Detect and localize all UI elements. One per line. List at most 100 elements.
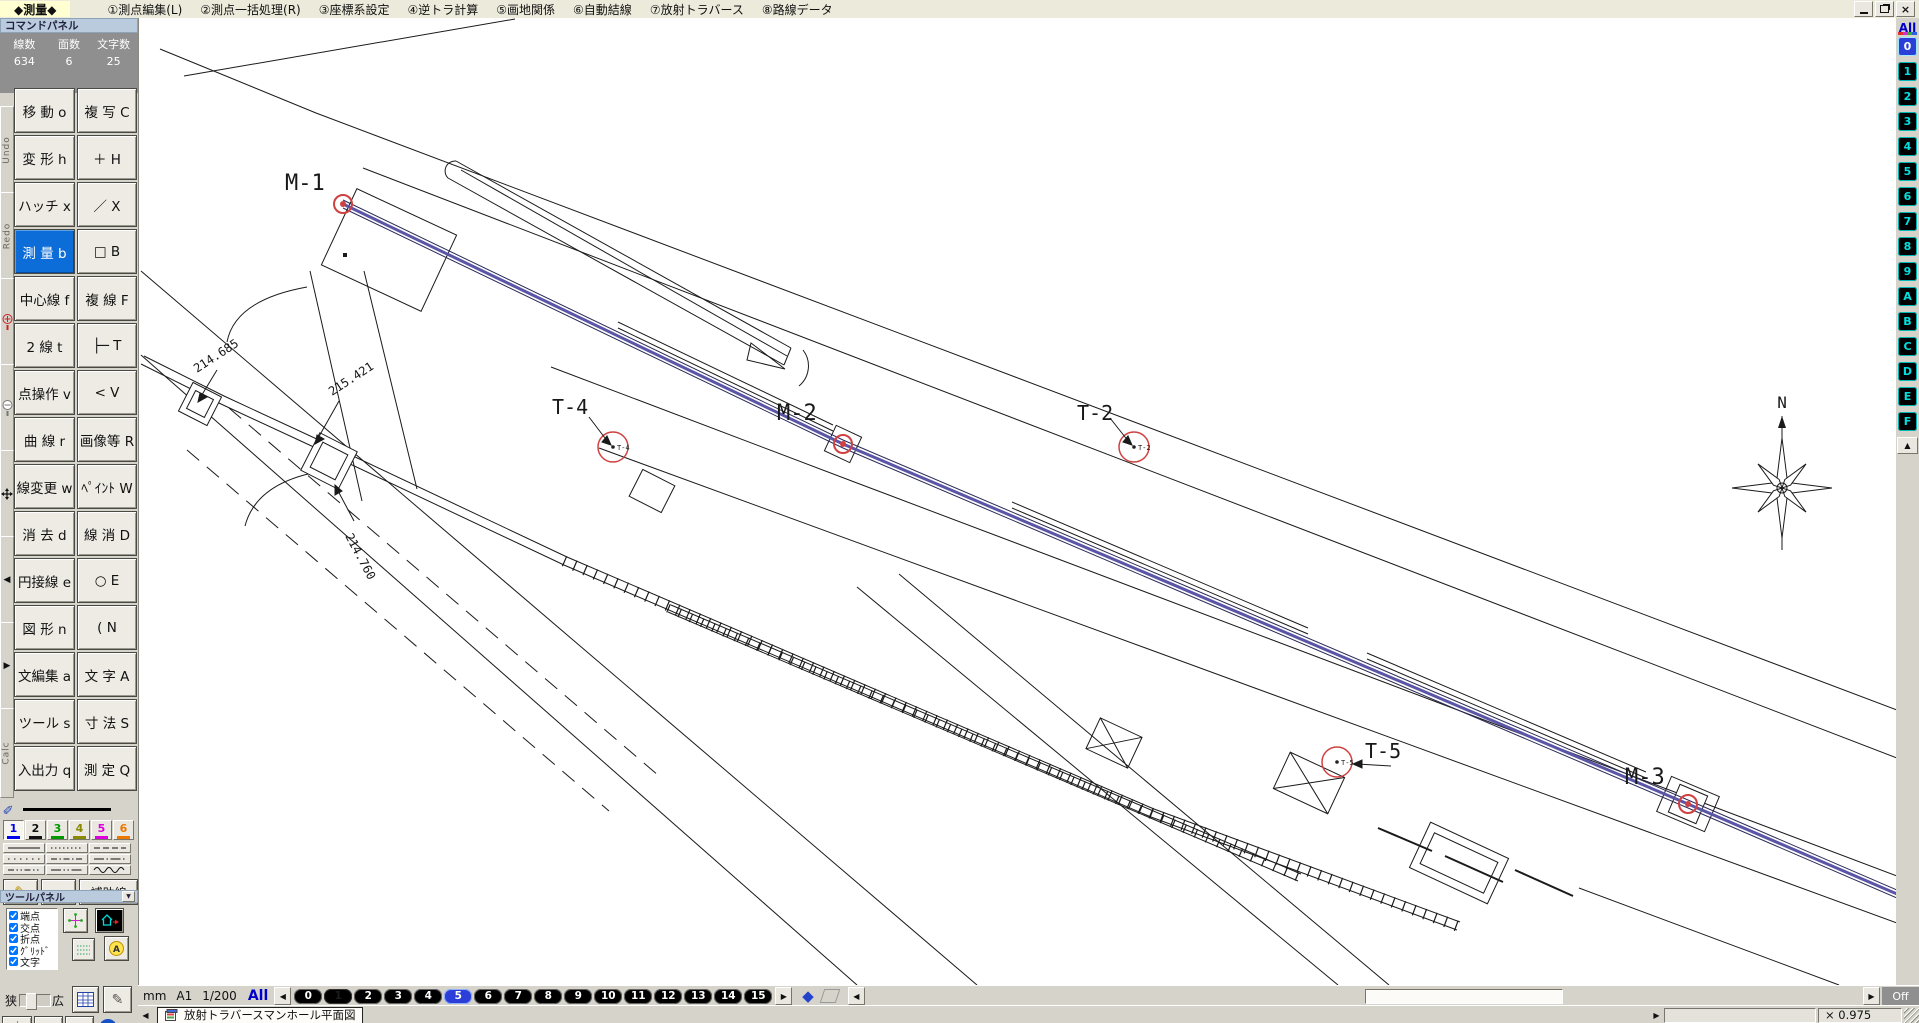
layer-tab-13[interactable]: 13 [684,989,712,1004]
layer-tab-2[interactable]: 2 [354,989,382,1004]
menu-item[interactable]: ②測点一括処理(R) [191,3,309,17]
layer-button-2[interactable]: 2 [1898,87,1917,106]
close-icon[interactable]: × [1896,1,1915,17]
layer-tab-9[interactable]: 9 [564,989,592,1004]
layer-button-B[interactable]: B [1898,312,1917,331]
menu-item[interactable]: ⑦放射トラバース [641,3,753,17]
layer-tab-6[interactable]: 6 [474,989,502,1004]
command-button[interactable]: 測 量 b [14,229,75,274]
info-icon[interactable]: i [96,1016,120,1023]
pen-button[interactable]: 3 [47,820,68,840]
command-button[interactable]: 円接線 e [14,558,75,603]
layer-book-icon[interactable]: ◆ [802,987,814,1005]
drawing-canvas[interactable]: T-4 T-2 T-5 M-1 M-2 M-3 T-4 T-2 T-5 [138,18,1896,985]
layer-button-C[interactable]: C [1898,337,1917,356]
line-style-dashed[interactable] [89,843,131,853]
layers-scroll-left[interactable]: ◀ [274,987,291,1005]
pan-handle[interactable] [0,450,14,538]
layer-tab-11[interactable]: 11 [624,989,652,1004]
calculator-icon[interactable] [72,986,99,1013]
layer-button-D[interactable]: D [1898,362,1917,381]
layer-tab-12[interactable]: 12 [654,989,682,1004]
layer-button-6[interactable]: 6 [1898,187,1917,206]
ghost-sheet-icon[interactable] [820,989,841,1003]
command-button[interactable]: ○ E [77,558,137,603]
calc-strip[interactable]: Calc [0,708,14,798]
layer-tab-0[interactable]: 0 [294,989,322,1004]
line-style-wavy[interactable] [89,865,131,875]
zoom-out-handle[interactable] [0,364,14,452]
slider-handle[interactable] [26,993,37,1010]
layer-tab-5[interactable]: 5 [444,989,472,1004]
line-style-long-dash-dot[interactable] [89,854,131,864]
attribute-button[interactable]: 属 [34,1016,63,1023]
command-button[interactable]: 線 消 D [77,511,137,556]
command-button[interactable]: 文 字 A [77,652,137,697]
pen-button[interactable]: 1 [3,820,24,840]
scale-label[interactable]: 1/200 [202,989,237,1003]
line-style-sparse-dot[interactable] [3,854,45,864]
layer-tab-14[interactable]: 14 [714,989,742,1004]
menu-item[interactable]: ⑥自動結線 [564,3,641,17]
layer-tab-8[interactable]: 8 [534,989,562,1004]
menu-item[interactable]: ④逆トラ計算 [399,3,488,17]
pen-button[interactable]: 5 [91,820,112,840]
lamp-icon[interactable] [2,1016,32,1023]
snap-range-slider[interactable] [19,994,51,1007]
menu-item[interactable]: ⑧路線データ [753,3,842,17]
off-scroll-right[interactable]: ▶ [1863,987,1880,1005]
command-button[interactable]: 文編集 a [14,652,75,697]
crosshair-icon[interactable] [63,908,88,933]
pen-button[interactable]: 2 [25,820,46,840]
vb-button[interactable]: VB [65,1016,94,1023]
redo-button[interactable]: Redo [0,192,14,280]
layer-button-5[interactable]: 5 [1898,162,1917,181]
command-button[interactable]: ( N [77,605,137,650]
restore-icon[interactable] [1875,1,1894,17]
command-button[interactable]: 複 線 F [77,276,137,321]
layer-tab-4[interactable]: 4 [414,989,442,1004]
layer-tab-3[interactable]: 3 [384,989,412,1004]
layer-button-A[interactable]: A [1898,287,1917,306]
snap-checkbox[interactable] [9,934,18,943]
off-button[interactable]: Off [1882,987,1919,1005]
sheet-tab[interactable]: 放射トラバースマンホール平面図 [157,1007,363,1023]
command-button[interactable]: 中心線 f [14,276,75,321]
layer-button-8[interactable]: 8 [1898,237,1917,256]
command-button[interactable]: ハッチ x [14,182,75,227]
layer-button-F[interactable]: F [1898,412,1917,431]
command-button[interactable]: 2 線 t [14,323,75,368]
line-style-solid[interactable] [3,843,45,853]
command-button[interactable]: 図 形 n [14,605,75,650]
layer-tab-1[interactable]: 1 [324,989,352,1004]
layer-tab-15[interactable]: 15 [744,989,772,1004]
command-button[interactable]: ツール s [14,699,75,744]
command-button[interactable]: 曲 線 r [14,417,75,462]
sheet-scroll-left[interactable]: ◀ [848,987,865,1005]
scroll-left-handle[interactable]: ◀ [0,536,14,624]
grid-dots-icon[interactable] [72,938,95,961]
command-button[interactable]: 入出力 q [14,746,75,791]
house-icon[interactable] [95,908,124,933]
layer-button-1[interactable]: 1 [1898,62,1917,81]
layer-tab-10[interactable]: 10 [594,989,622,1004]
command-button[interactable]: 移 動 o [14,88,75,133]
brush-icon[interactable]: ✎ [103,986,132,1013]
command-button[interactable]: 線変更 w [14,464,75,509]
zoom-in-handle[interactable] [0,278,14,366]
line-style-dash-dot-dot[interactable] [3,865,45,875]
command-button[interactable]: 測 定 Q [77,746,137,791]
command-button[interactable]: < V [77,370,137,415]
command-button[interactable]: ﾍﾟｲﾝﾄ W [77,464,137,509]
command-button[interactable]: 複 写 C [77,88,137,133]
minimize-icon[interactable] [1854,1,1873,17]
command-button[interactable]: □ B [77,229,137,274]
circle-a-icon[interactable]: A [104,936,129,961]
layer-button-0[interactable]: 0 [1898,37,1917,56]
menu-item[interactable]: ①測点編集(L) [98,3,191,17]
status-arrow[interactable]: ▶ [1649,1007,1664,1023]
command-button[interactable]: 変 形 h [14,135,75,180]
layer-tab-7[interactable]: 7 [504,989,532,1004]
pen-button[interactable]: 4 [69,820,90,840]
command-button[interactable]: ＋ H [77,135,137,180]
